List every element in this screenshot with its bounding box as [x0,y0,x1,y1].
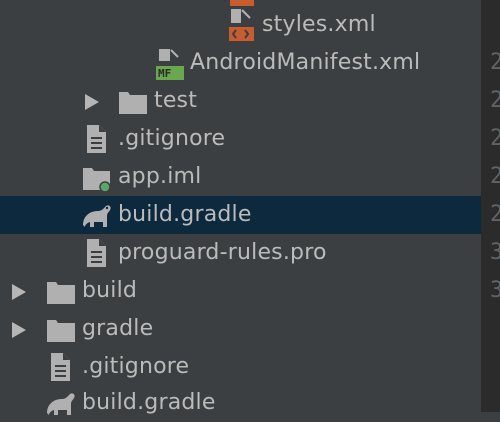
tree-row-build-gradle-root[interactable]: build.gradle [0,384,481,422]
tree-row-gitignore-root[interactable]: .gitignore [0,348,481,386]
svg-text:MF: MF [158,67,171,80]
tree-row-label: proguard-rules.pro [118,240,327,265]
line-number: 2 [490,202,500,227]
tree-row-app-iml[interactable]: app.iml [0,158,481,196]
tree-row-label: test [154,88,198,113]
folder-icon [44,310,78,348]
project-tree: styles.xml MF AndroidManifest.xml test .… [0,0,481,415]
line-number: 3 [490,278,500,303]
expand-arrow-icon[interactable] [12,322,26,338]
tree-row-styles-xml[interactable]: styles.xml [0,6,481,44]
line-number: 2 [490,88,500,113]
expand-arrow-icon[interactable] [12,284,26,300]
tree-row-label: .gitignore [118,126,226,151]
tree-row-test-folder[interactable]: test [0,82,481,120]
editor-line-number-gutter: 2 2 2 2 2 3 3 [481,0,500,412]
line-number: 3 [490,240,500,265]
tree-row-label: .gitignore [82,354,190,379]
tree-row-androidmanifest[interactable]: MF AndroidManifest.xml [0,44,481,82]
line-number: 2 [490,164,500,189]
folder-icon [44,272,78,310]
line-number: 2 [490,126,500,151]
text-file-icon [80,234,114,272]
tree-row-gradle-folder[interactable]: gradle [0,310,481,348]
gradle-file-icon [44,384,78,422]
gradle-file-icon [80,196,114,234]
tree-row-build-folder[interactable]: build [0,272,481,310]
tree-row-proguard-rules[interactable]: proguard-rules.pro [0,234,481,272]
folder-icon [116,82,150,120]
tree-row-label: app.iml [118,164,202,189]
tree-row-gitignore[interactable]: .gitignore [0,120,481,158]
expand-arrow-icon[interactable] [85,94,99,110]
xml-resource-file-icon [225,6,259,44]
tree-row-label: gradle [82,316,154,341]
tree-row-label: styles.xml [262,12,376,37]
tree-row-label: AndroidManifest.xml [190,50,421,75]
manifest-file-icon: MF [152,44,186,82]
module-file-icon [80,158,114,196]
tree-row-label: build.gradle [118,202,252,227]
text-file-icon [80,120,114,158]
line-number: 2 [490,50,500,75]
tree-row-build-gradle-selected[interactable]: build.gradle [0,196,481,234]
tree-row-label: build [82,278,138,303]
text-file-icon [44,348,78,386]
tree-row-label: build.gradle [82,390,216,415]
